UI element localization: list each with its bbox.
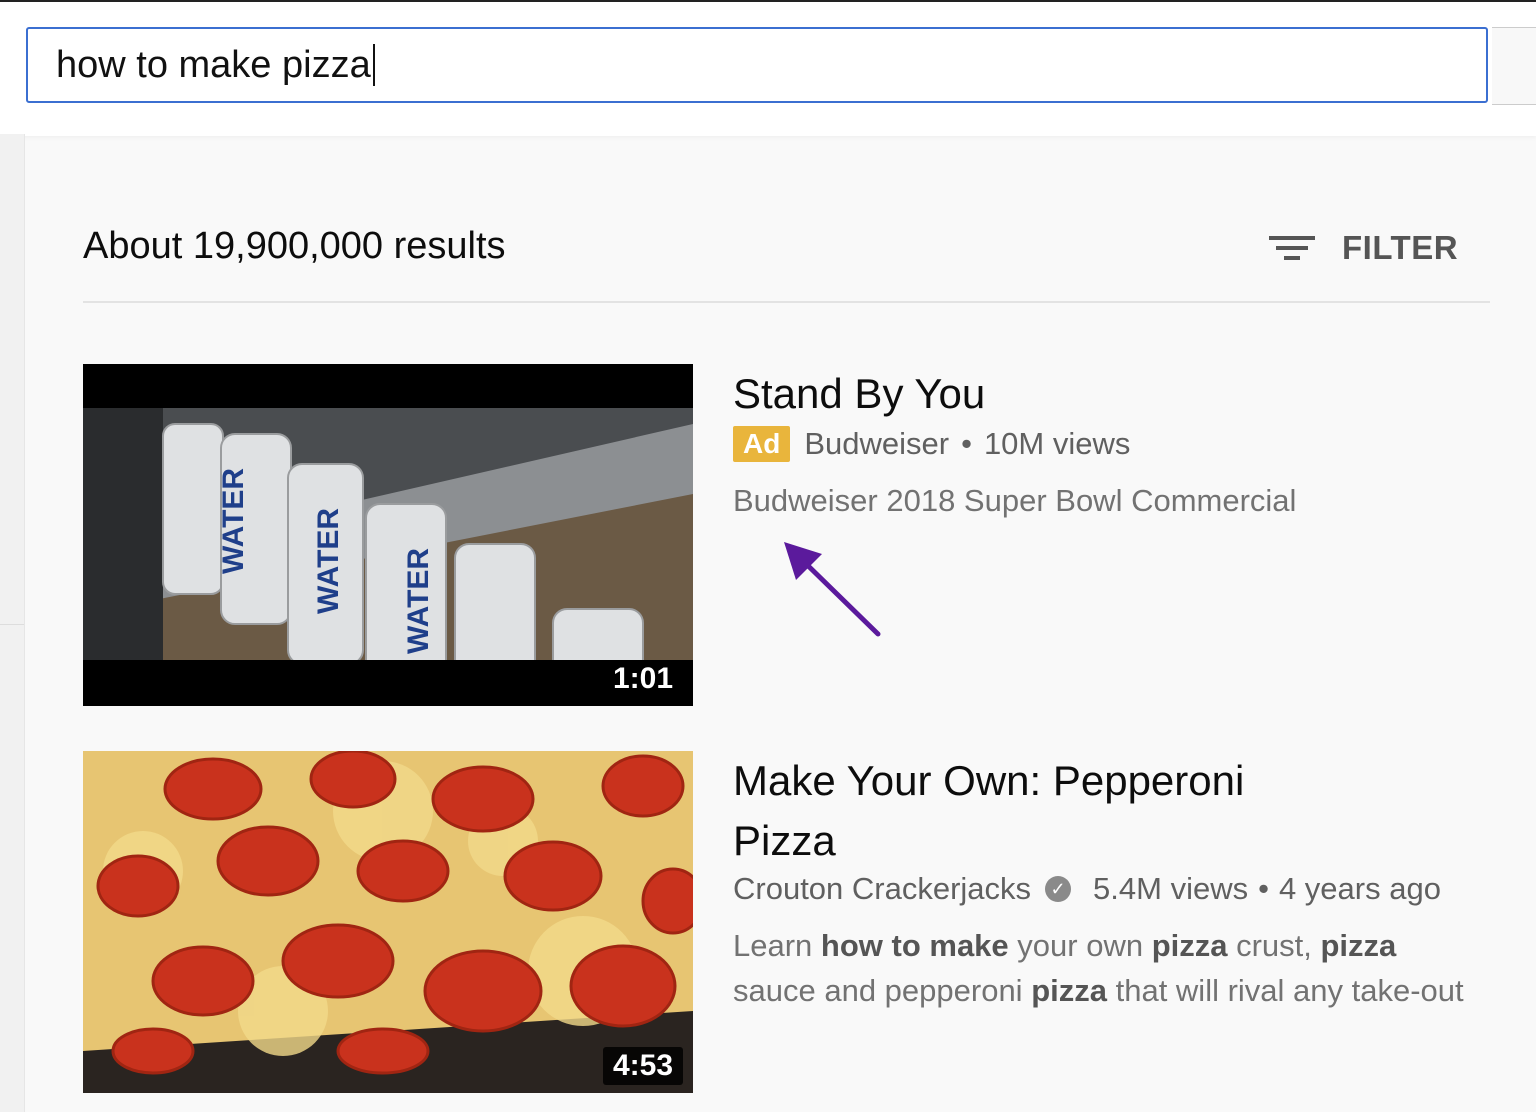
search-input[interactable]: how to make pizza (26, 27, 1488, 103)
results-divider (83, 301, 1490, 303)
description-line-1: Learn how to make your own pizza crust, … (733, 928, 1397, 963)
video-duration: 1:01 (602, 660, 683, 698)
video-meta-1: Stand By You Ad Budweiser • 10M views Bu… (733, 364, 1296, 523)
filter-button[interactable]: FILTER (1268, 224, 1458, 272)
video-title[interactable]: Make Your Own: Pepperoni Pizza (733, 751, 1464, 871)
description-line-2: sauce and pepperoni pizza that will riva… (733, 973, 1464, 1008)
view-count: 10M views (983, 426, 1131, 461)
text-caret (372, 44, 375, 86)
filter-icon (1268, 230, 1316, 266)
results-count: About 19,900,000 results (83, 225, 506, 267)
video-title-line2: Pizza (733, 817, 836, 864)
video-duration: 4:53 (602, 1047, 683, 1085)
video-description: Learn how to make your own pizza crust, … (733, 923, 1464, 1013)
video-description: Budweiser 2018 Super Bowl Commercial (733, 483, 1297, 518)
ad-badge: Ad (733, 426, 791, 462)
video-title-line1: Make Your Own: Pepperoni (733, 757, 1245, 804)
upload-age: 4 years ago (1278, 871, 1441, 906)
search-button-edge[interactable] (1492, 27, 1536, 105)
verified-badge-icon: ✓ (1045, 876, 1072, 902)
left-rail (0, 134, 25, 1112)
view-count: 5.4M views (1093, 871, 1249, 906)
annotation-arrow-icon (784, 542, 881, 637)
channel-name[interactable]: Budweiser (804, 426, 949, 462)
byline-separator: • (961, 426, 972, 461)
svg-text:WATER: WATER (312, 508, 345, 614)
video-title[interactable]: Stand By You (733, 364, 1296, 424)
rail-divider (0, 624, 24, 625)
video-thumbnail-budweiser[interactable]: WATER WATER WATER 1:01 (83, 364, 693, 706)
svg-text:WATER: WATER (402, 548, 435, 654)
filter-label: FILTER (1342, 229, 1459, 266)
svg-text:WATER: WATER (217, 468, 250, 574)
video-thumbnail-pizza[interactable]: 4:53 (83, 751, 693, 1093)
search-query-text: how to make pizza (56, 43, 371, 86)
byline-separator: • (1258, 871, 1269, 906)
video-meta-2: Make Your Own: Pepperoni Pizza Crouton C… (733, 751, 1464, 1013)
channel-name[interactable]: Crouton Crackerjacks (733, 871, 1031, 907)
top-bar: how to make pizza (0, 0, 1536, 136)
